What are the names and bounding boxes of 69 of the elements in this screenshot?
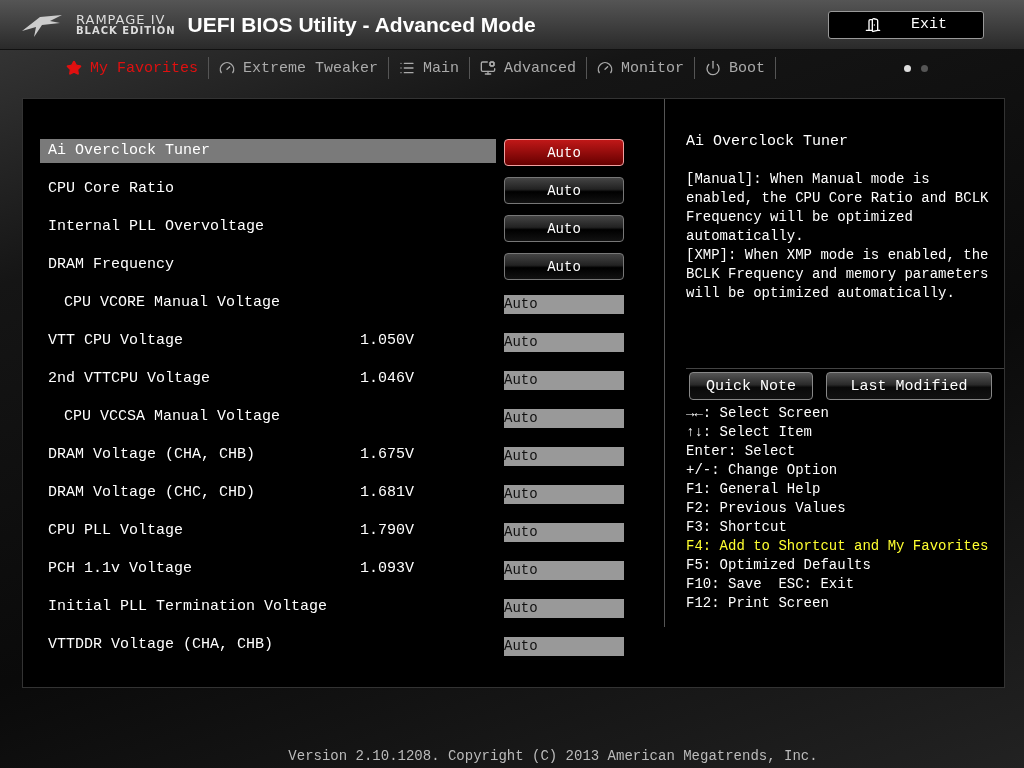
list-icon — [399, 60, 416, 76]
key-help-text: +/-: Change Option — [686, 461, 839, 480]
setting-label[interactable]: Internal PLL Overvoltage — [40, 215, 496, 239]
gauge-icon — [219, 60, 236, 76]
tab[interactable]: Monitor — [587, 57, 696, 79]
value-field[interactable]: Auto — [504, 371, 624, 390]
key-help-text: F5: Optimized Defaults — [686, 556, 872, 575]
setting-label[interactable]: Ai Overclock Tuner — [40, 139, 496, 163]
voltage-reading: 1.790V — [360, 521, 415, 541]
key-help-text: Enter: Select — [686, 442, 797, 461]
value-button[interactable]: Auto — [504, 253, 624, 280]
value-field[interactable]: Auto — [504, 523, 624, 542]
setting-label[interactable]: VTT CPU Voltage — [40, 329, 360, 353]
key-help-text: F10: Save ESC: Exit — [686, 575, 856, 594]
help-title: Ai Overclock Tuner — [686, 133, 850, 150]
help-text: [Manual]: When Manual mode is enabled, the CPU Core Ratio and BCLK Frequency will be optimized automatically. — [686, 170, 990, 246]
voltage-reading: 1.681V — [360, 483, 415, 503]
key-help-text: F4: Add to Shortcut and My Favorites — [686, 537, 990, 556]
gauge-icon — [597, 60, 614, 76]
tab[interactable]: Extreme Tweaker — [209, 57, 390, 79]
key-help-text: F12: Print Screen — [686, 594, 830, 613]
value-button[interactable]: Auto — [504, 139, 624, 166]
setting-label[interactable]: DRAM Voltage (CHC, CHD) — [40, 481, 360, 505]
key-help-text: ↑↓: Select Item — [686, 423, 814, 442]
voltage-reading: 1.675V — [360, 445, 415, 465]
key-help-text: F2: Previous Values — [686, 499, 847, 518]
tab[interactable]: Boot — [695, 57, 777, 79]
help-text: [XMP]: When XMP mode is enabled, the BCLK Frequency and memory parameters will be optimized automatically. — [686, 246, 990, 303]
tab[interactable]: Main — [389, 57, 471, 79]
setting-label[interactable]: VTTDDR Voltage (CHA, CHB) — [40, 633, 496, 657]
page-dot[interactable] — [921, 64, 928, 72]
setting-label[interactable]: CPU PLL Voltage — [40, 519, 360, 543]
setting-label[interactable]: Initial PLL Termination Voltage — [40, 595, 496, 619]
logo-text: RAMPAGE IV — [76, 13, 166, 26]
value-field[interactable]: Auto — [504, 447, 624, 466]
voltage-reading: 1.046V — [360, 369, 415, 389]
value-field[interactable]: Auto — [504, 295, 624, 314]
voltage-reading: 1.050V — [360, 331, 415, 351]
value-field[interactable]: Auto — [504, 485, 624, 504]
version-text: Version 2.10.1208. Copyright (C) 2013 American Megatrends, Inc. — [288, 748, 818, 764]
side-button[interactable]: Last Modified — [826, 372, 992, 400]
voltage-reading: 1.093V — [360, 559, 415, 579]
value-field[interactable]: Auto — [504, 333, 624, 352]
key-help-text: F1: General Help — [686, 480, 822, 499]
value-field[interactable]: Auto — [504, 409, 624, 428]
setting-label[interactable]: CPU VCORE Manual Voltage — [40, 291, 496, 315]
setting-label[interactable]: DRAM Frequency — [40, 253, 496, 277]
tab[interactable]: Advanced — [470, 57, 588, 79]
key-help-text: →←: Select Screen — [686, 404, 830, 423]
value-button[interactable]: Auto — [504, 177, 624, 204]
setting-label[interactable]: DRAM Voltage (CHA, CHB) — [40, 443, 360, 467]
value-field[interactable]: Auto — [504, 637, 624, 656]
power-icon — [705, 60, 722, 76]
setting-label[interactable]: 2nd VTTCPU Voltage — [40, 367, 360, 391]
exit-button[interactable]: Exit — [828, 10, 984, 39]
setting-label[interactable]: CPU VCCSA Manual Voltage — [40, 405, 496, 429]
logo-text: BLACK EDITION — [76, 26, 176, 36]
setting-label[interactable]: PCH 1.1v Voltage — [40, 557, 360, 581]
value-field[interactable]: Auto — [504, 599, 624, 618]
value-button[interactable]: Auto — [504, 215, 624, 242]
page-dot[interactable] — [904, 64, 911, 72]
value-field[interactable]: Auto — [504, 561, 624, 580]
side-button[interactable]: Quick Note — [689, 372, 813, 400]
monitor-gear-icon — [480, 60, 497, 76]
door-icon — [865, 16, 881, 33]
setting-label[interactable]: CPU Core Ratio — [40, 177, 496, 201]
window-title: UEFI BIOS Utility - Advanced Mode — [187, 12, 537, 37]
key-help-text: F3: Shortcut — [686, 518, 788, 537]
star-icon — [66, 60, 82, 76]
